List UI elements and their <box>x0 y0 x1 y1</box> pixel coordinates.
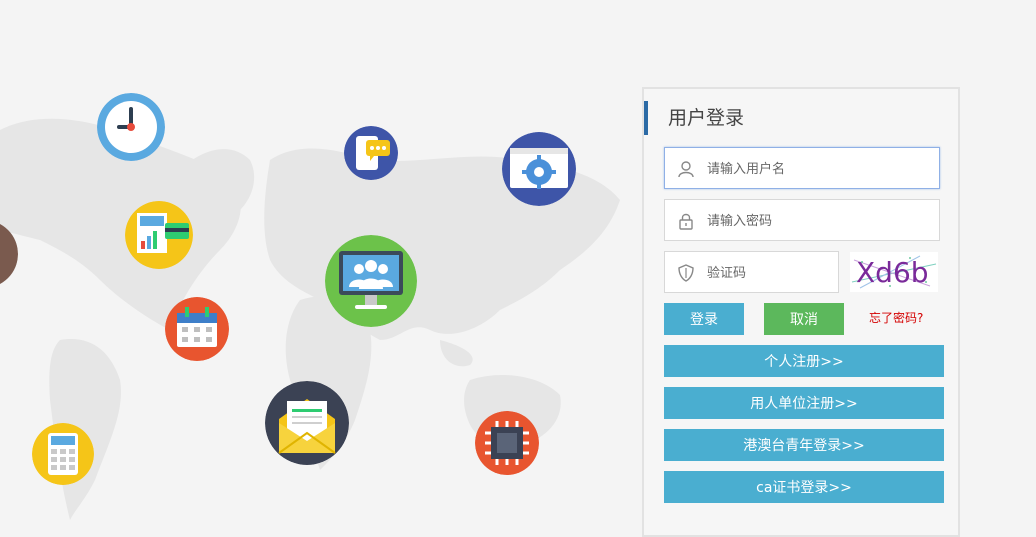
calendar-icon <box>165 297 229 361</box>
lock-icon <box>679 213 693 230</box>
clock-icon <box>97 93 165 161</box>
shield-icon <box>678 264 694 282</box>
username-input[interactable] <box>705 148 935 190</box>
team-monitor-icon <box>325 235 417 327</box>
captcha-field[interactable] <box>664 251 839 294</box>
login-panel: 用户登录 Xd6b 登录 取消 <box>642 87 960 537</box>
forgot-password-link[interactable]: 忘了密码? <box>869 309 923 326</box>
settings-monitor-icon <box>502 132 576 206</box>
calculator-icon <box>32 423 94 485</box>
chip-icon <box>475 411 539 475</box>
cancel-button[interactable]: 取消 <box>764 303 844 335</box>
user-icon <box>678 161 694 178</box>
personal-register-button[interactable]: 个人注册>> <box>664 345 944 377</box>
login-button[interactable]: 登录 <box>664 303 744 335</box>
captcha-image[interactable]: Xd6b <box>850 252 938 292</box>
email-icon <box>265 381 349 465</box>
ca-certificate-login-button[interactable]: ca证书登录>> <box>664 471 944 503</box>
login-title: 用户登录 <box>644 101 744 135</box>
chat-icon <box>344 126 398 180</box>
employer-register-button[interactable]: 用人单位注册>> <box>664 387 944 419</box>
captcha-input[interactable] <box>705 252 834 294</box>
password-input[interactable] <box>705 200 935 242</box>
hk-macao-taiwan-login-button[interactable]: 港澳台青年登录>> <box>664 429 944 461</box>
password-field[interactable] <box>664 199 940 242</box>
captcha-text: Xd6b <box>856 256 929 289</box>
report-icon <box>125 201 193 269</box>
username-field[interactable] <box>664 147 940 190</box>
